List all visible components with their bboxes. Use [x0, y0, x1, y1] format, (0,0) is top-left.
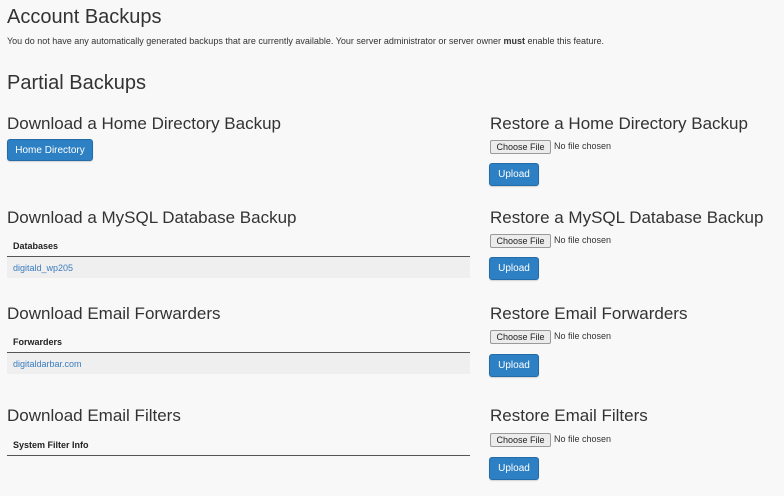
filters-upload-button[interactable]: Upload: [489, 457, 539, 480]
account-backups-title: Account Backups: [7, 6, 162, 28]
notice-text: You do not have any automatically genera…: [7, 36, 504, 46]
filters-choose-file-button[interactable]: Choose File: [490, 433, 551, 447]
notice-bold: must: [503, 36, 525, 46]
mysql-upload-button[interactable]: Upload: [489, 257, 539, 280]
system-filter-info-header: System Filter Info: [7, 434, 470, 456]
mysql-backup-title: Download a MySQL Database Backup: [7, 208, 297, 227]
database-link[interactable]: digitald_wp205: [13, 263, 73, 273]
forwarder-link[interactable]: digitaldarbar.com: [13, 359, 82, 369]
database-row[interactable]: digitald_wp205: [7, 257, 470, 278]
filters-file-status: No file chosen: [554, 434, 612, 444]
filters-restore-title: Restore Email Filters: [490, 406, 648, 425]
mysql-file-status: No file chosen: [554, 235, 612, 245]
forwarder-row[interactable]: digitaldarbar.com: [7, 353, 470, 374]
notice-text-end: enable this feature.: [524, 36, 605, 46]
home-upload-button[interactable]: Upload: [489, 163, 539, 186]
forwarders-backup-title: Download Email Forwarders: [7, 304, 221, 323]
forwarders-choose-file-button[interactable]: Choose File: [490, 330, 551, 344]
databases-column-header: Databases: [7, 236, 470, 257]
home-choose-file-button[interactable]: Choose File: [490, 140, 551, 154]
home-file-status: No file chosen: [554, 141, 612, 151]
forwarders-column-header: Forwarders: [7, 332, 470, 353]
partial-backups-title: Partial Backups: [7, 72, 146, 94]
account-backups-notice: You do not have any automatically genera…: [7, 36, 604, 46]
filters-backup-title: Download Email Filters: [7, 406, 181, 425]
mysql-restore-title: Restore a MySQL Database Backup: [490, 208, 764, 227]
forwarders-file-status: No file chosen: [554, 331, 612, 341]
forwarders-upload-button[interactable]: Upload: [489, 354, 539, 377]
mysql-choose-file-button[interactable]: Choose File: [490, 234, 551, 248]
home-directory-button[interactable]: Home Directory: [7, 139, 93, 161]
forwarders-restore-title: Restore Email Forwarders: [490, 304, 688, 323]
home-backup-title: Download a Home Directory Backup: [7, 114, 282, 133]
home-restore-title: Restore a Home Directory Backup: [490, 114, 748, 133]
